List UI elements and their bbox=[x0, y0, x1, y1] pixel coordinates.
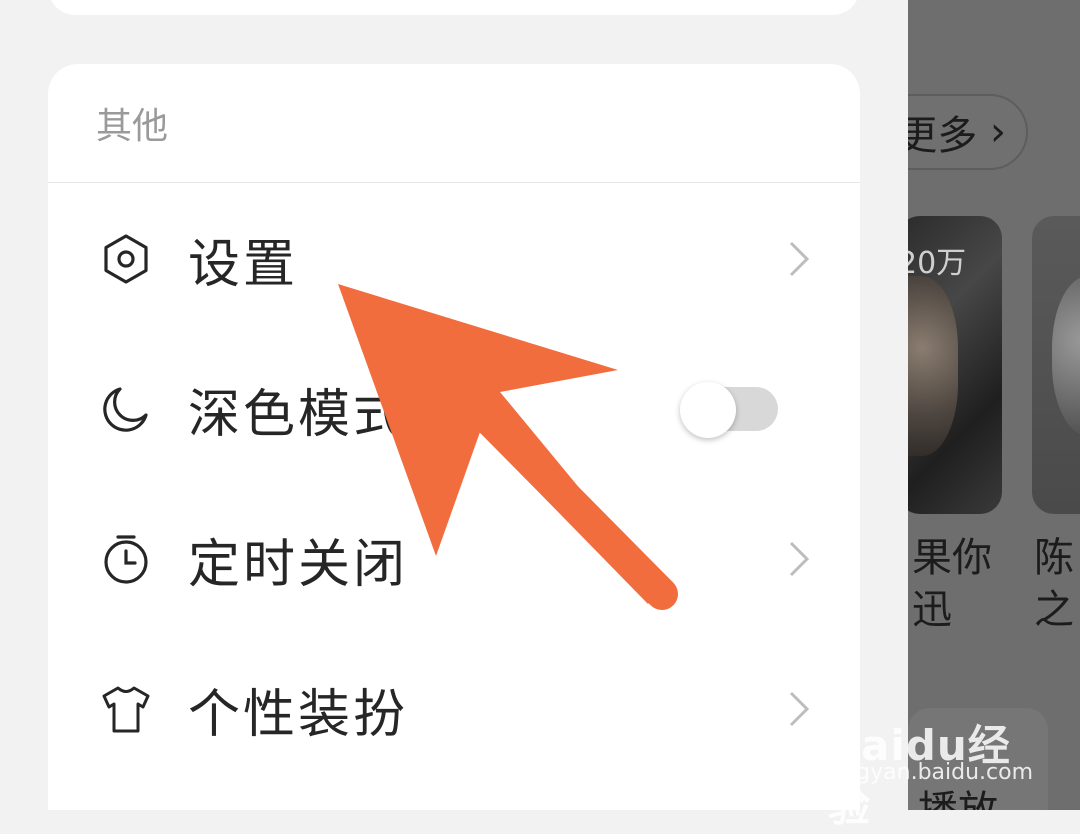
chevron-right-icon: › bbox=[977, 109, 1006, 155]
cover-image bbox=[908, 276, 958, 456]
theme-dressup-row[interactable]: 个性装扮 bbox=[48, 634, 860, 784]
dark-mode-row: 深色模式 bbox=[48, 334, 860, 484]
tshirt-icon bbox=[102, 686, 150, 733]
more-label: 更多 bbox=[908, 113, 978, 159]
watermark-url: jingyan.baidu.com bbox=[830, 760, 1034, 785]
cover-image bbox=[1052, 276, 1080, 436]
dimmed-background-page[interactable]: 更多 › 20万 果你迅 陈之 播放 bbox=[908, 0, 1080, 810]
chevron-right-icon bbox=[789, 691, 810, 727]
other-section-card: 其他 设置 深色模式 定时关闭 个性装扮 bbox=[48, 64, 860, 810]
section-title: 其他 bbox=[48, 64, 860, 183]
play-count: 20万 bbox=[908, 246, 967, 281]
previous-card bbox=[48, 0, 860, 15]
playlist-caption: 陈之 bbox=[1034, 535, 1074, 633]
toggle-knob bbox=[680, 382, 736, 438]
playlist-caption: 果你迅 bbox=[912, 535, 992, 633]
more-button: 更多 › bbox=[908, 94, 1028, 170]
settings-label: 设置 bbox=[188, 234, 299, 295]
theme-dressup-label: 个性装扮 bbox=[188, 684, 409, 745]
baidu-jingyan-watermark: Baidu经验 jingyan.baidu.com bbox=[828, 694, 1038, 831]
chevron-right-icon bbox=[789, 241, 810, 277]
settings-row[interactable]: 设置 bbox=[48, 184, 860, 334]
timer-icon bbox=[104, 535, 148, 584]
dark-mode-label: 深色模式 bbox=[188, 384, 409, 445]
chevron-right-icon bbox=[789, 541, 810, 577]
dark-mode-toggle[interactable] bbox=[680, 382, 778, 438]
sleep-timer-row[interactable]: 定时关闭 bbox=[48, 484, 860, 634]
sleep-timer-label: 定时关闭 bbox=[188, 534, 409, 595]
playlist-thumbnail: 20万 bbox=[908, 216, 1002, 514]
playlist-thumbnail bbox=[1032, 216, 1080, 514]
side-drawer: 其他 设置 深色模式 定时关闭 个性装扮 bbox=[0, 0, 908, 810]
hexagon-settings-icon bbox=[104, 234, 148, 284]
moon-icon bbox=[103, 387, 148, 432]
